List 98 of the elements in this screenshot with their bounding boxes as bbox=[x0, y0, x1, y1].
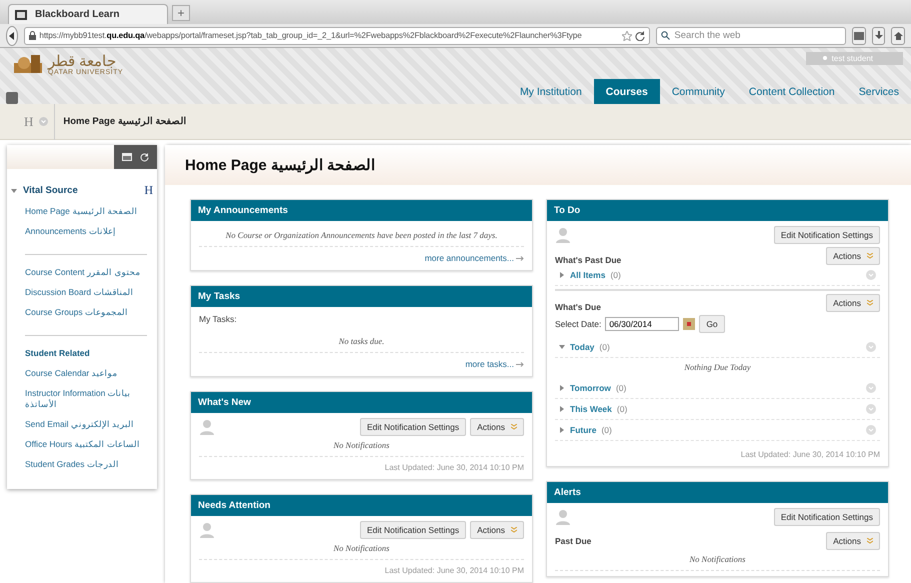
due-group-toggle[interactable]: This Week (0) bbox=[559, 404, 628, 414]
chevron-down-icon bbox=[511, 527, 517, 533]
edit-settings-button[interactable]: Edit Notification Settings bbox=[360, 418, 466, 436]
download-icon bbox=[874, 31, 883, 40]
module-label: My Tasks: bbox=[199, 313, 238, 326]
chevron-down-icon bbox=[511, 424, 517, 430]
module-title: My Tasks bbox=[191, 286, 532, 307]
nav-tab[interactable]: Content Collection bbox=[736, 79, 847, 104]
empty-message: No Course or Organization Announcements have been posted in the last 7 days. bbox=[224, 229, 498, 242]
edit-settings-button[interactable]: Edit Notification Settings bbox=[360, 521, 466, 539]
date-field[interactable]: 06/30/2014 bbox=[605, 317, 680, 331]
actions-button[interactable]: Actions bbox=[470, 418, 524, 436]
course-mark: H bbox=[24, 114, 34, 130]
last-updated: Last Updated: June 30, 2014 10:10 PM bbox=[740, 449, 880, 461]
nav-tab[interactable]: Services bbox=[846, 79, 911, 104]
last-updated: Last Updated: June 30, 2014 10:10 PM bbox=[384, 565, 524, 577]
user-icon bbox=[822, 56, 828, 62]
go-button[interactable]: Go bbox=[699, 315, 725, 333]
search-icon bbox=[661, 31, 670, 40]
address-bar[interactable]: https://mybb91test.qu.edu.qa/webapps/portal/frameset.jsp?tab_tab_group_id=_2_1&url=%2Fwebapps%2Fblackboard%2Fexecute%2Flauncher%3Ftype bbox=[24, 26, 650, 44]
nav-tab[interactable]: Community bbox=[660, 79, 737, 104]
empty-message: No Notifications bbox=[332, 439, 390, 452]
page-icon bbox=[15, 10, 27, 20]
chevron-down-icon bbox=[867, 253, 873, 259]
refresh-icon[interactable] bbox=[140, 152, 149, 162]
section-title: What's Due bbox=[555, 302, 601, 312]
menu-link[interactable]: Instructor Information بيانات الأساتذة bbox=[25, 384, 147, 415]
university-logo-icon bbox=[14, 55, 42, 75]
calendar-icon[interactable] bbox=[683, 318, 696, 330]
back-button[interactable] bbox=[6, 26, 18, 46]
search-field[interactable]: Search the web bbox=[656, 26, 846, 44]
module-title: My Announcements bbox=[191, 200, 532, 221]
actions-button[interactable]: Actions bbox=[470, 521, 524, 539]
menu-link[interactable]: Student Grades الدرجات bbox=[25, 455, 147, 475]
arrow-right-icon bbox=[516, 256, 524, 261]
last-updated: Last Updated: June 30, 2014 10:10 PM bbox=[384, 462, 524, 474]
menu-link[interactable]: Course Content محتوى المقرر bbox=[25, 263, 147, 283]
module-title: Needs Attention bbox=[191, 495, 532, 516]
bookmarks-button[interactable] bbox=[852, 26, 866, 44]
more-link[interactable]: more tasks... bbox=[199, 353, 524, 371]
arrow-right-icon bbox=[516, 362, 524, 367]
module-title: What's New bbox=[191, 392, 532, 413]
reload-icon[interactable] bbox=[635, 30, 646, 40]
browser-tab[interactable]: Blackboard Learn bbox=[8, 4, 168, 24]
due-group-toggle[interactable]: All Items (0) bbox=[559, 270, 621, 280]
empty-message: Nothing Due Today bbox=[683, 361, 752, 374]
edit-settings-button[interactable]: Edit Notification Settings bbox=[774, 226, 880, 244]
menu-link[interactable]: Announcements إعلانات bbox=[25, 222, 157, 242]
menu-link[interactable]: Home Page الصفحة الرئيسية bbox=[25, 202, 157, 222]
avatar-icon bbox=[555, 509, 571, 525]
empty-message: No Notifications bbox=[332, 542, 390, 555]
module-title: Alerts bbox=[547, 482, 888, 503]
module-title: To Do bbox=[547, 200, 888, 221]
course-mark: H bbox=[144, 183, 153, 198]
avatar-icon bbox=[199, 522, 215, 538]
actions-button[interactable]: Actions bbox=[826, 532, 880, 550]
new-tab-button[interactable]: + bbox=[172, 5, 190, 21]
download-button[interactable] bbox=[872, 26, 886, 44]
breadcrumb-item: Home Page الصفحة الرئيسية bbox=[54, 104, 186, 140]
collapsed-arrow-icon bbox=[559, 385, 565, 391]
logo-arabic-text: جامعة قطر bbox=[48, 54, 116, 69]
expanded-arrow-icon bbox=[11, 188, 17, 194]
chevron-down-icon bbox=[867, 300, 873, 306]
date-label: Select Date: bbox=[555, 319, 602, 329]
avatar-icon bbox=[199, 419, 215, 435]
course-toggle[interactable]: Vital Source bbox=[11, 185, 78, 196]
empty-message: No Notifications bbox=[688, 553, 746, 566]
menu-link[interactable]: Course Calendar مواعيد bbox=[25, 364, 147, 384]
expanded-arrow-icon bbox=[559, 344, 565, 350]
nav-tab[interactable]: Courses bbox=[594, 79, 660, 104]
section-title: What's Past Due bbox=[555, 255, 622, 265]
window-icon[interactable] bbox=[122, 153, 132, 161]
menu-link[interactable]: Course Groups المجموعات bbox=[25, 303, 147, 323]
page-title: Home Page الصفحة الرئيسية bbox=[165, 145, 911, 185]
menu-link[interactable]: Discussion Board المناقشات bbox=[25, 283, 147, 303]
due-group-toggle[interactable]: Today (0) bbox=[559, 342, 610, 352]
empty-message: No tasks due. bbox=[338, 335, 386, 348]
more-link[interactable]: more announcements... bbox=[199, 247, 524, 265]
nav-tab[interactable]: My Institution bbox=[508, 79, 594, 104]
home-button[interactable] bbox=[891, 26, 905, 44]
chevron-down-icon bbox=[867, 538, 873, 544]
lock-icon bbox=[29, 31, 36, 40]
due-group-toggle[interactable]: Tomorrow (0) bbox=[559, 383, 626, 393]
actions-button[interactable]: Actions bbox=[826, 294, 880, 312]
collapsed-arrow-icon bbox=[559, 406, 565, 412]
section-title: Past Due bbox=[555, 536, 592, 546]
due-group-toggle[interactable]: Future (0) bbox=[559, 425, 612, 435]
actions-button[interactable]: Actions bbox=[826, 247, 880, 265]
collapsed-arrow-icon bbox=[559, 427, 565, 433]
edit-settings-button[interactable]: Edit Notification Settings bbox=[774, 508, 880, 526]
menu-link[interactable]: Send Email البريد الإلكتروني bbox=[25, 415, 147, 435]
menu-link[interactable]: Office Hours الساعات المكتبية bbox=[25, 435, 147, 455]
back-arrow-icon bbox=[8, 32, 16, 40]
menu-heading: Student Related bbox=[25, 347, 91, 360]
star-icon[interactable] bbox=[622, 30, 632, 40]
collapsed-arrow-icon bbox=[559, 272, 565, 278]
bookmarks-icon bbox=[854, 32, 864, 40]
avatar-icon bbox=[555, 227, 571, 243]
